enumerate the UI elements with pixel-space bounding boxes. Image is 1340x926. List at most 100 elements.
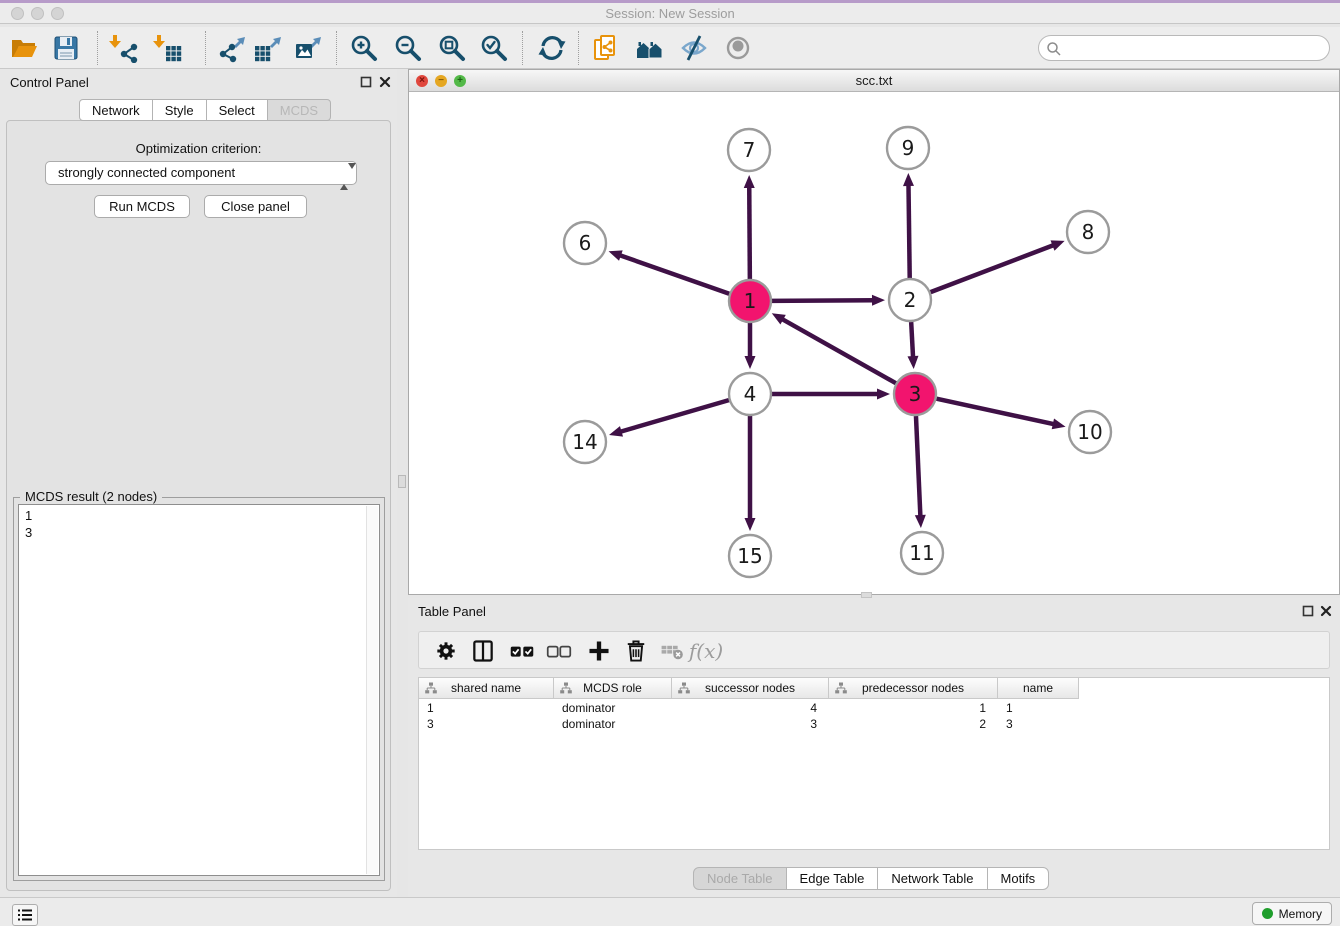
cell-predecessor-nodes[interactable]: 1 xyxy=(829,700,998,716)
export-image-icon[interactable] xyxy=(292,32,324,64)
first-neighbors-icon[interactable] xyxy=(634,32,666,64)
cell-shared-name[interactable]: 1 xyxy=(419,700,554,716)
toolbar-separator xyxy=(522,31,523,65)
application-window: Session: New Session xyxy=(0,0,1340,926)
mcds-result-scrollbar[interactable] xyxy=(366,506,378,874)
column-header-successor-nodes[interactable]: successor nodes xyxy=(672,678,829,699)
float-panel-icon[interactable] xyxy=(1302,605,1314,617)
search-box xyxy=(1038,35,1330,61)
memory-label: Memory xyxy=(1279,907,1322,921)
graph-edge-arrowhead xyxy=(903,173,914,186)
graph-node-label: 8 xyxy=(1082,220,1095,244)
hide-selected-icon[interactable] xyxy=(678,32,710,64)
optimization-criterion-label: Optimization criterion: xyxy=(7,141,390,156)
column-type-icon xyxy=(560,682,572,694)
column-header-predecessor-nodes[interactable]: predecessor nodes xyxy=(829,678,998,699)
cell-mcds-role[interactable]: dominator xyxy=(554,716,672,732)
column-type-icon xyxy=(835,682,847,694)
graph-edge-2-8[interactable] xyxy=(931,244,1056,292)
graph-edge-2-9[interactable] xyxy=(908,183,909,278)
mcds-result-line: 1 xyxy=(25,507,373,524)
graph-edge-1-6[interactable] xyxy=(618,255,729,294)
network-view-window: × − + scc.txt 7968124314101511 xyxy=(408,69,1340,595)
optimization-criterion-dropdown[interactable]: strongly connected component xyxy=(45,161,357,185)
node-table: shared name MCDS role successor nodes pr… xyxy=(418,677,1330,850)
cell-name[interactable]: 3 xyxy=(998,716,1079,732)
close-panel-icon[interactable] xyxy=(1320,605,1332,617)
vertical-splitter-handle[interactable] xyxy=(398,475,406,488)
run-mcds-button[interactable]: Run MCDS xyxy=(94,195,190,218)
tab-network[interactable]: Network xyxy=(79,99,153,121)
show-column-icon[interactable] xyxy=(468,636,498,666)
graph-edge-arrowhead xyxy=(1052,419,1066,430)
tab-edge-table[interactable]: Edge Table xyxy=(787,867,879,890)
table-row[interactable]: 1 dominator 4 1 1 xyxy=(419,700,1079,716)
graph-edge-2-3[interactable] xyxy=(911,322,913,359)
column-header-mcds-role[interactable]: MCDS role xyxy=(554,678,672,699)
graph-edge-arrowhead xyxy=(609,426,623,437)
save-session-icon[interactable] xyxy=(50,32,82,64)
import-table-icon[interactable] xyxy=(152,32,184,64)
float-panel-icon[interactable] xyxy=(360,76,372,88)
close-panel-icon[interactable] xyxy=(379,76,391,88)
import-network-icon[interactable] xyxy=(108,32,140,64)
zoom-selected-icon[interactable] xyxy=(478,32,510,64)
graph-edge-arrowhead xyxy=(1051,240,1065,250)
toolbar-separator xyxy=(578,31,579,65)
graph-edge-arrowhead xyxy=(745,356,756,369)
graph-edge-4-14[interactable] xyxy=(619,400,729,432)
graph-edge-1-2[interactable] xyxy=(772,300,875,301)
cell-shared-name[interactable]: 3 xyxy=(419,716,554,732)
graph-edge-arrowhead xyxy=(872,295,885,306)
task-history-button[interactable] xyxy=(12,904,38,926)
column-header-shared-name[interactable]: shared name xyxy=(419,678,554,699)
graph-node-label: 7 xyxy=(743,138,756,162)
cell-successor-nodes[interactable]: 4 xyxy=(672,700,829,716)
cell-mcds-role[interactable]: dominator xyxy=(554,700,672,716)
graph-edge-1-7[interactable] xyxy=(749,185,750,279)
cell-predecessor-nodes[interactable]: 2 xyxy=(829,716,998,732)
tab-motifs[interactable]: Motifs xyxy=(988,867,1050,890)
table-row[interactable]: 3 dominator 3 2 3 xyxy=(419,716,1079,732)
mcds-result-text[interactable]: 1 3 xyxy=(18,504,380,876)
tab-mcds[interactable]: MCDS xyxy=(268,99,331,121)
table-settings-icon[interactable] xyxy=(431,636,461,666)
tab-select[interactable]: Select xyxy=(207,99,268,121)
search-input[interactable] xyxy=(1065,37,1323,59)
network-window-title: scc.txt xyxy=(409,73,1339,88)
network-window-titlebar[interactable]: × − + scc.txt xyxy=(409,70,1339,92)
cell-successor-nodes[interactable]: 3 xyxy=(672,716,829,732)
toolbar-separator xyxy=(97,31,98,65)
apply-layout-icon[interactable] xyxy=(536,32,568,64)
table-toolbar: f(x) xyxy=(418,631,1330,669)
deselect-all-icon[interactable] xyxy=(544,636,574,666)
delete-row-icon[interactable] xyxy=(621,636,651,666)
export-network-icon[interactable] xyxy=(216,32,248,64)
table-panel-title: Table Panel xyxy=(418,604,486,619)
add-row-icon[interactable] xyxy=(584,636,614,666)
zoom-fit-icon[interactable] xyxy=(436,32,468,64)
network-graph[interactable]: 7968124314101511 xyxy=(409,92,1339,594)
zoom-out-icon[interactable] xyxy=(392,32,424,64)
close-panel-button[interactable]: Close panel xyxy=(204,195,307,218)
column-header-name[interactable]: name xyxy=(998,678,1079,699)
dropdown-spinner-icon xyxy=(340,166,349,182)
function-builder-icon: f(x) xyxy=(691,636,721,666)
clone-network-icon[interactable] xyxy=(590,32,622,64)
export-table-icon[interactable] xyxy=(252,32,284,64)
memory-button[interactable]: Memory xyxy=(1252,902,1332,925)
tab-network-table[interactable]: Network Table xyxy=(878,867,987,890)
tab-style[interactable]: Style xyxy=(153,99,207,121)
graph-edge-arrowhead xyxy=(609,250,623,260)
graph-edge-3-11[interactable] xyxy=(916,416,920,518)
zoom-in-icon[interactable] xyxy=(348,32,380,64)
network-canvas[interactable]: 7968124314101511 xyxy=(409,92,1339,594)
mcds-tab-content: Optimization criterion: strongly connect… xyxy=(6,120,391,891)
cell-name[interactable]: 1 xyxy=(998,700,1079,716)
graph-edge-3-10[interactable] xyxy=(936,399,1055,425)
select-all-icon[interactable] xyxy=(507,636,537,666)
graph-edge-3-1[interactable] xyxy=(780,318,895,383)
main-toolbar xyxy=(0,27,1340,69)
open-session-icon[interactable] xyxy=(8,32,40,64)
tab-node-table[interactable]: Node Table xyxy=(693,867,787,890)
